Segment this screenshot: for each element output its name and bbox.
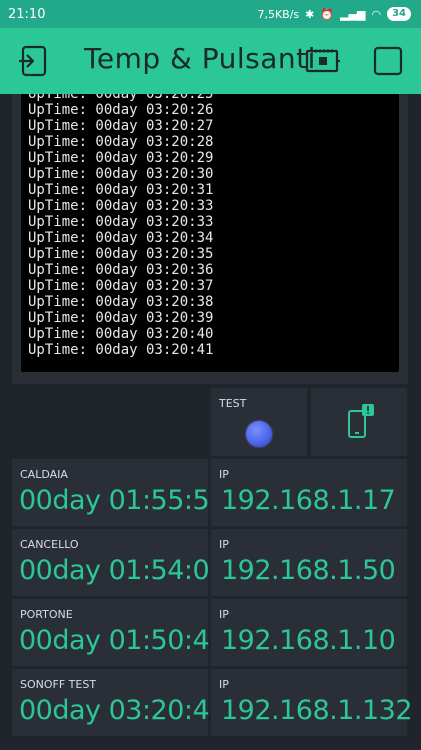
terminal-line: UpTime: 00day 03:20:35 [28, 246, 214, 262]
terminal-line: UpTime: 00day 03:20:37 [28, 278, 214, 294]
terminal-line: UpTime: 00day 03:20:29 [28, 150, 214, 166]
square-icon[interactable] [372, 45, 404, 77]
terminal-line: UpTime: 00day 03:20:25 [28, 94, 214, 102]
status-bar: 21:10 7,5KB/s ✱ ⏰ ▂▄▆ ◠ 34 [0, 0, 421, 28]
notification-widget[interactable] [311, 388, 407, 456]
terminal-line: UpTime: 00day 03:20:41 [28, 342, 214, 358]
terminal-line: UpTime: 00day 03:20:33 [28, 198, 214, 214]
bluetooth-icon: ✱ [305, 7, 315, 21]
device-name: PORTONE [20, 608, 73, 621]
terminal-output[interactable]: UpTime: 00day 03:20:25 UpTime: 00day 03:2… [21, 94, 399, 372]
terminal-line: UpTime: 00day 03:20:40 [28, 326, 214, 342]
device-uptime-portone: PORTONE 00day 01:50:47 [12, 599, 226, 666]
terminal-line: UpTime: 00day 03:20:34 [28, 230, 214, 246]
signal-icon: ▂▄▆ [340, 7, 366, 21]
device-uptime-caldaia: CALDAIA 00day 01:55:52 [12, 459, 226, 526]
device-ip: 192.168.1.132 [221, 695, 413, 726]
device-uptime-sonoff-test: SONOFF TEST 00day 03:20:41 [12, 669, 226, 736]
terminal-line: UpTime: 00day 03:20:39 [28, 310, 214, 326]
net-speed: 7,5KB/s [257, 7, 300, 21]
terminal-line: UpTime: 00day 03:20:30 [28, 166, 214, 182]
device-board-icon[interactable] [305, 45, 341, 77]
app-bar: Temp & Pulsanti [0, 28, 421, 94]
terminal-line: UpTime: 00day 03:20:36 [28, 262, 214, 278]
device-name: CANCELLO [20, 538, 79, 551]
terminal-line: UpTime: 00day 03:20:33 [28, 214, 214, 230]
wifi-icon: ◠ [371, 7, 382, 21]
device-uptime: 00day 01:55:52 [19, 485, 226, 516]
device-name: SONOFF TEST [20, 678, 97, 691]
device-ip-caldaia: IP 192.168.1.17 [211, 459, 407, 526]
device-uptime-cancello: CANCELLO 00day 01:54:07 [12, 529, 226, 596]
device-ip: 192.168.1.10 [221, 625, 396, 656]
terminal-line: UpTime: 00day 03:20:38 [28, 294, 214, 310]
terminal-line: UpTime: 00day 03:20:26 [28, 102, 214, 118]
ip-label: IP [219, 678, 229, 691]
ip-label: IP [219, 468, 229, 481]
ip-label: IP [219, 608, 229, 621]
status-time: 21:10 [8, 6, 46, 22]
device-ip: 192.168.1.50 [221, 555, 396, 586]
battery-indicator: 34 [387, 7, 411, 21]
test-led-widget: TEST [211, 388, 307, 456]
terminal-widget: UpTime: 00day 03:20:25 UpTime: 00day 03:2… [12, 94, 408, 384]
device-name: CALDAIA [20, 468, 68, 481]
ip-label: IP [219, 538, 229, 551]
empty-slot [12, 388, 208, 456]
device-ip-portone: IP 192.168.1.10 [211, 599, 407, 666]
device-ip-sonoff-test: IP 192.168.1.132 [211, 669, 413, 736]
phone-notification-icon [348, 404, 374, 438]
device-uptime: 00day 01:50:47 [19, 625, 226, 656]
terminal-line: UpTime: 00day 03:20:27 [28, 118, 214, 134]
exit-icon[interactable] [17, 44, 51, 78]
terminal-line: UpTime: 00day 03:20:31 [28, 182, 214, 198]
app-title: Temp & Pulsanti [84, 42, 316, 75]
device-ip-cancello: IP 192.168.1.50 [211, 529, 407, 596]
terminal-line: UpTime: 00day 03:20:28 [28, 134, 214, 150]
device-uptime: 00day 03:20:41 [19, 695, 226, 726]
terminal-lines: UpTime: 00day 03:20:25 UpTime: 00day 03:2… [28, 94, 213, 358]
alarm-off-icon: ⏰ [320, 7, 335, 21]
test-led-label: TEST [219, 397, 247, 410]
device-ip: 192.168.1.17 [221, 485, 396, 516]
status-icons: 7,5KB/s ✱ ⏰ ▂▄▆ ◠ 34 [257, 7, 411, 21]
led-indicator [246, 421, 272, 447]
device-uptime: 00day 01:54:07 [19, 555, 226, 586]
